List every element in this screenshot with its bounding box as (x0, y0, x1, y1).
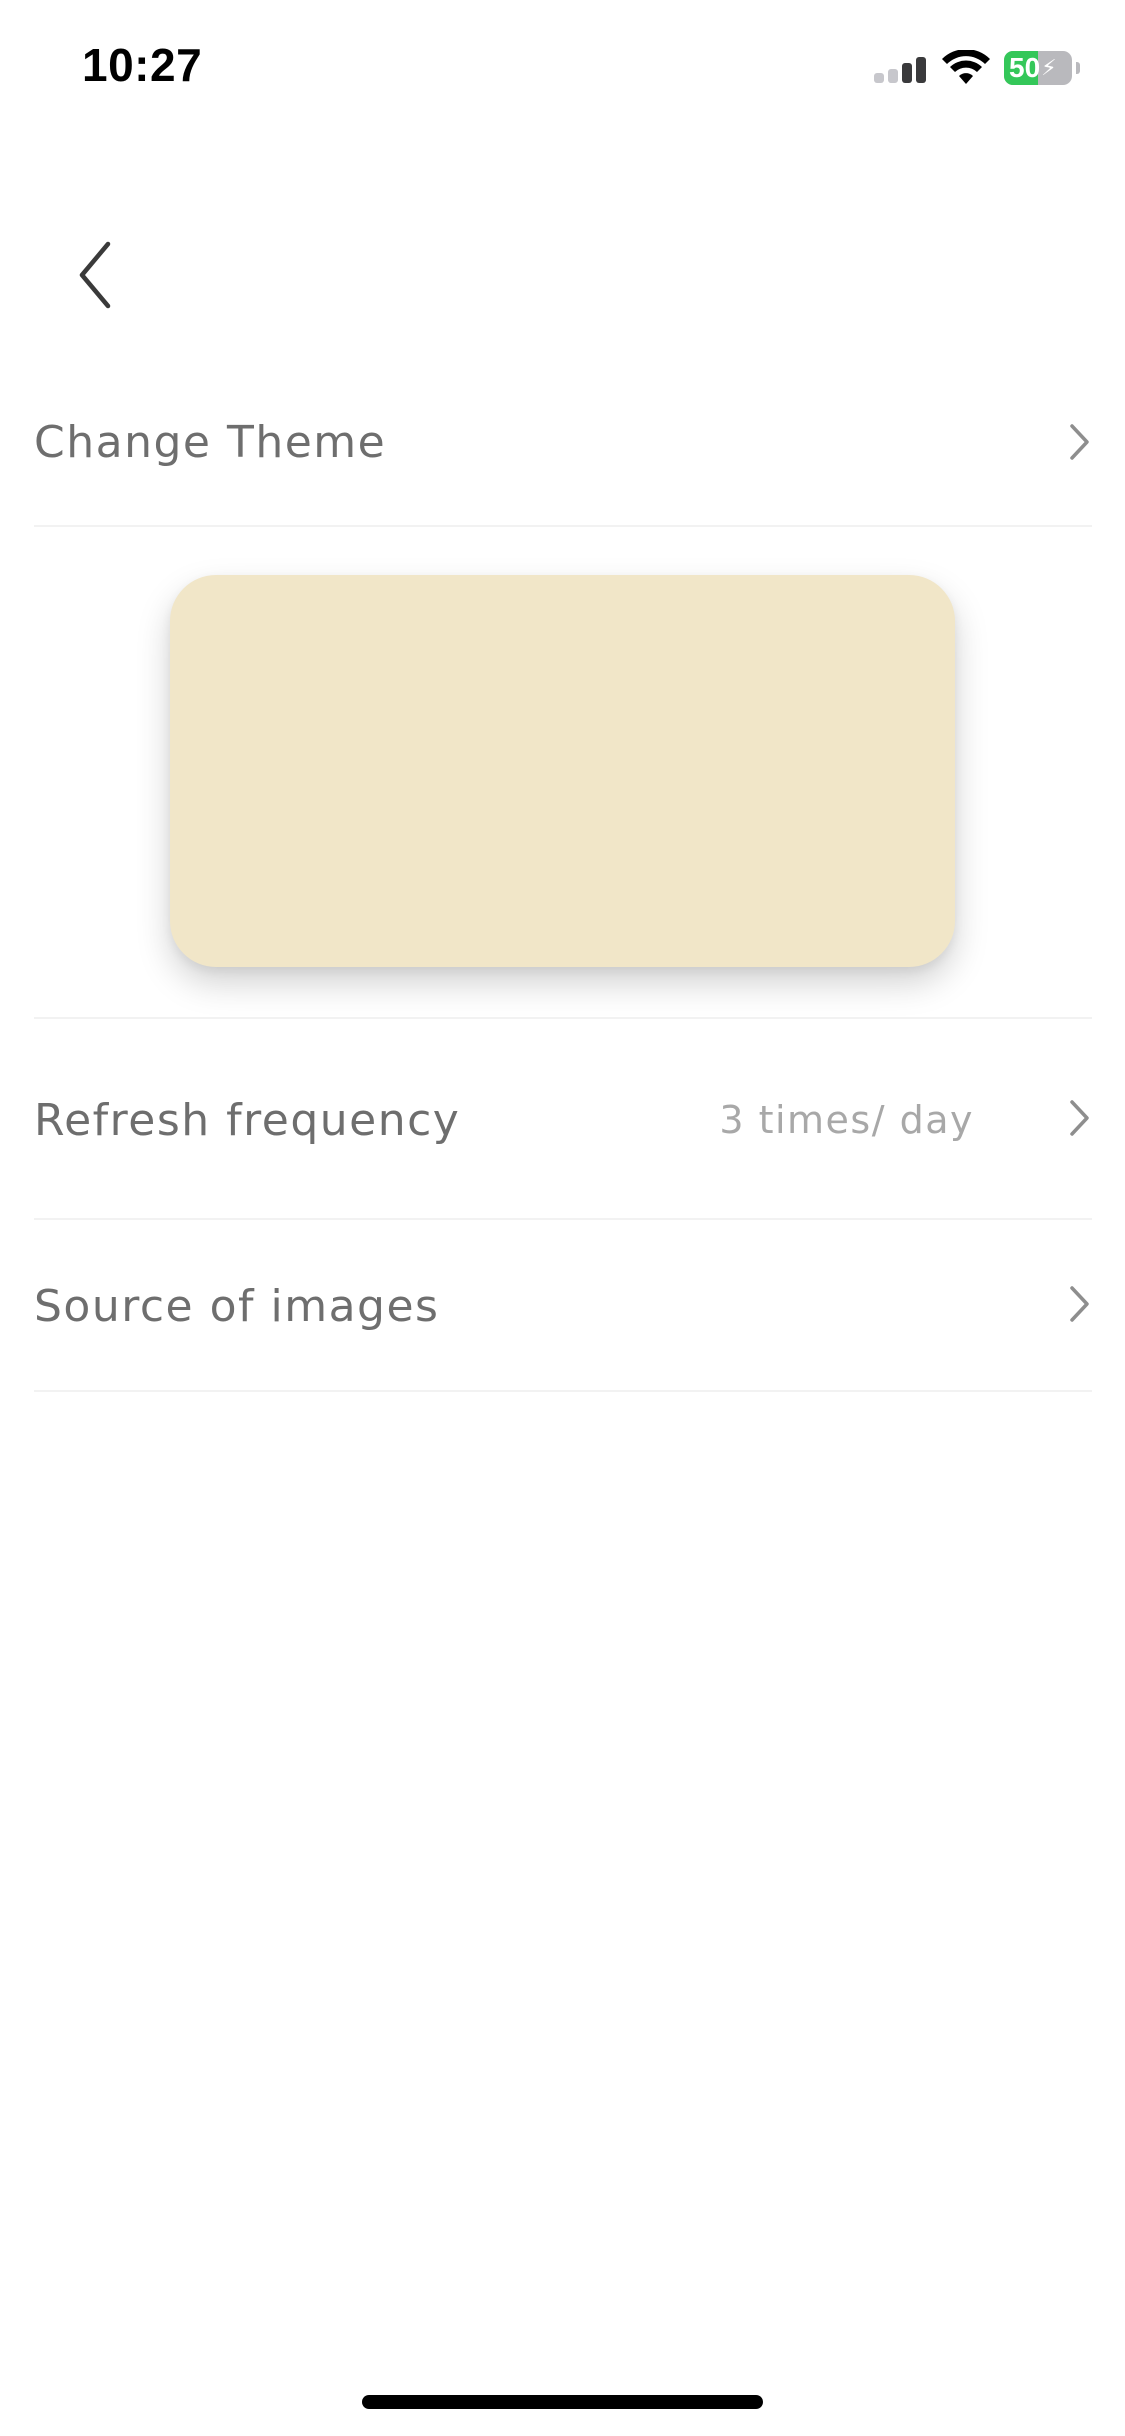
divider (34, 1218, 1092, 1220)
back-button[interactable] (60, 225, 130, 325)
refresh-frequency-label: Refresh frequency (34, 1094, 461, 1146)
chevron-left-icon (79, 241, 111, 309)
status-bar-indicators: 50 ⚡ (874, 50, 1080, 86)
chevron-right-icon (1070, 1100, 1089, 1136)
charging-bolt-icon: ⚡ (1041, 55, 1057, 81)
change-theme-row[interactable]: Change Theme (34, 402, 1092, 482)
refresh-frequency-value: 3 times/ day (719, 1098, 974, 1142)
change-theme-label: Change Theme (34, 416, 387, 468)
home-indicator[interactable] (362, 2395, 763, 2409)
cellular-signal-icon (874, 57, 926, 83)
theme-preview-card[interactable] (170, 575, 955, 967)
source-of-images-row[interactable]: Source of images (34, 1266, 1092, 1346)
chevron-right-icon (1070, 1286, 1089, 1322)
battery-charging-icon: 50 ⚡ (1004, 51, 1072, 85)
divider (34, 1017, 1092, 1019)
source-of-images-label: Source of images (34, 1280, 440, 1332)
battery-nub (1076, 62, 1080, 74)
wifi-icon (942, 50, 990, 84)
refresh-frequency-row[interactable]: Refresh frequency 3 times/ day (34, 1080, 1092, 1160)
divider (34, 1390, 1092, 1392)
divider (34, 525, 1092, 527)
battery-level: 50 (1009, 52, 1041, 83)
status-bar-time: 10:27 (82, 39, 203, 91)
chevron-right-icon (1070, 424, 1089, 460)
